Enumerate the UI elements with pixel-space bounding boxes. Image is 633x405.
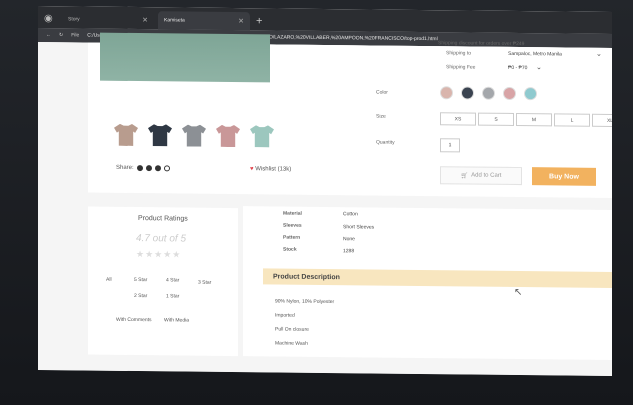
filter-4-star[interactable]: 4 Star: [166, 277, 179, 283]
page-content: Share: ♥ Wishlist (13k) Shipping discoun…: [38, 32, 612, 377]
chevron-down-icon[interactable]: ⌄: [536, 63, 542, 71]
close-tab-icon[interactable]: ✕: [142, 16, 148, 24]
shirt-icon: [216, 125, 240, 147]
shirt-icon: [148, 124, 172, 146]
wishlist-button[interactable]: ♥ Wishlist (13k): [250, 166, 291, 172]
messenger-icon[interactable]: [136, 165, 143, 172]
twitter-icon[interactable]: [154, 165, 161, 172]
filter-5-star[interactable]: 5 Star: [134, 277, 147, 283]
share-label: Share:: [116, 164, 134, 172]
cart-icon: 🛒︎: [460, 172, 469, 180]
quantity-label: Quantity: [376, 139, 395, 146]
color-swatch-2[interactable]: [461, 86, 474, 100]
browser-window: ◉ Story ✕ Kamiseta ✕ + ← ↻ File C:/Users…: [38, 6, 612, 377]
spec-value-sleeves: Short Sleeves: [343, 224, 375, 231]
heart-icon: ♥: [250, 166, 254, 173]
instagram-icon[interactable]: [163, 165, 170, 172]
size-option-xs[interactable]: XS: [440, 112, 476, 126]
thumbnail-4[interactable]: [215, 124, 241, 148]
spec-label-stock: Stock: [283, 246, 297, 253]
description-line-3: Pull On closure: [275, 326, 309, 333]
spec-label-material: Material: [283, 210, 302, 217]
description-line-4: Machine Wash: [275, 340, 308, 347]
thumbnail-1[interactable]: [113, 123, 139, 147]
product-card: Share: ♥ Wishlist (13k) Shipping discoun…: [88, 32, 612, 199]
thumbnail-3[interactable]: [181, 123, 207, 147]
thumbnail-5[interactable]: [249, 124, 275, 148]
description-header: Product Description: [263, 268, 612, 289]
tab-kamiseta[interactable]: Kamiseta ✕: [158, 11, 250, 31]
ratings-score: 4.7 out of 5: [136, 233, 187, 245]
filter-3-star[interactable]: 3 Star: [198, 280, 211, 286]
shirt-icon: [182, 125, 206, 147]
size-option-xl[interactable]: XL: [592, 113, 612, 128]
spec-value-material: Cotton: [343, 211, 358, 218]
filter-with-comments[interactable]: With Comments: [116, 317, 152, 323]
chevron-down-icon[interactable]: ⌄: [596, 50, 602, 58]
product-thumbnails: [113, 123, 275, 149]
filter-with-media[interactable]: With Media: [164, 317, 189, 323]
buy-now-button[interactable]: Buy Now: [532, 167, 596, 186]
add-to-cart-label: Add to Cart: [471, 172, 502, 179]
share-row: Share:: [116, 165, 170, 172]
color-swatch-4[interactable]: [503, 86, 516, 101]
filter-all[interactable]: All: [106, 277, 112, 283]
description-line-1: 90% Nylon, 10% Polyester: [275, 298, 335, 306]
filter-2-star[interactable]: 2 Star: [134, 293, 147, 299]
new-tab-button[interactable]: +: [256, 12, 262, 30]
tab-title: Kamiseta: [164, 17, 185, 24]
shirt-icon: [250, 125, 274, 147]
color-label: Color: [376, 89, 388, 96]
tab-story[interactable]: Story ✕: [62, 10, 154, 29]
spec-label-pattern: Pattern: [283, 234, 301, 241]
address-prefix: File: [71, 32, 80, 39]
size-option-m[interactable]: M: [516, 113, 552, 127]
tab-title: Story: [68, 16, 80, 23]
color-swatches: [440, 86, 537, 101]
spec-value-pattern: None: [343, 236, 355, 243]
facebook-icon[interactable]: [145, 165, 152, 172]
size-label: Size: [376, 113, 386, 120]
size-options: XS S M L XL: [440, 112, 612, 128]
shipping-to-value[interactable]: Sampaloc, Metro Manila: [508, 51, 562, 58]
spec-label-sleeves: Sleeves: [283, 222, 302, 229]
shipping-fee-value: ₱0 - ₱70: [508, 64, 528, 72]
shirt-icon: [114, 124, 138, 146]
ratings-card: Product Ratings 4.7 out of 5 ★★★★★ All 5…: [88, 206, 238, 357]
shipping-to-label: Shipping to: [446, 50, 472, 57]
browser-menu-icon[interactable]: ◉: [44, 10, 58, 28]
color-swatch-3[interactable]: [482, 86, 495, 100]
ratings-title: Product Ratings: [138, 215, 188, 223]
wishlist-label: Wishlist (13k): [255, 166, 292, 173]
shipping-fee-label: Shipping Fee: [446, 64, 476, 71]
product-main-image: [100, 32, 270, 83]
monitor: ◉ Story ✕ Kamiseta ✕ + ← ↻ File C:/Users…: [0, 0, 633, 405]
filter-1-star[interactable]: 1 Star: [166, 293, 179, 299]
back-icon[interactable]: ←: [46, 32, 51, 38]
add-to-cart-button[interactable]: 🛒︎ Add to Cart: [440, 166, 522, 186]
size-option-s[interactable]: S: [478, 112, 514, 126]
shipping-discount: Shipping discount for orders over ₱249: [438, 40, 525, 48]
reload-icon[interactable]: ↻: [59, 32, 63, 38]
quantity-input[interactable]: 1: [440, 138, 460, 153]
size-option-l[interactable]: L: [554, 113, 590, 127]
mouse-cursor-icon: ↖: [514, 286, 523, 299]
description-line-2: Imported: [275, 312, 295, 319]
close-tab-icon[interactable]: ✕: [238, 17, 244, 25]
ratings-stars: ★★★★★: [136, 249, 182, 260]
details-card: Material Cotton Sleeves Short Sleeves Pa…: [243, 206, 612, 361]
spec-value-stock: 1288: [343, 248, 355, 255]
color-swatch-1[interactable]: [440, 86, 453, 100]
color-swatch-5[interactable]: [524, 87, 537, 101]
thumbnail-2[interactable]: [147, 123, 173, 147]
